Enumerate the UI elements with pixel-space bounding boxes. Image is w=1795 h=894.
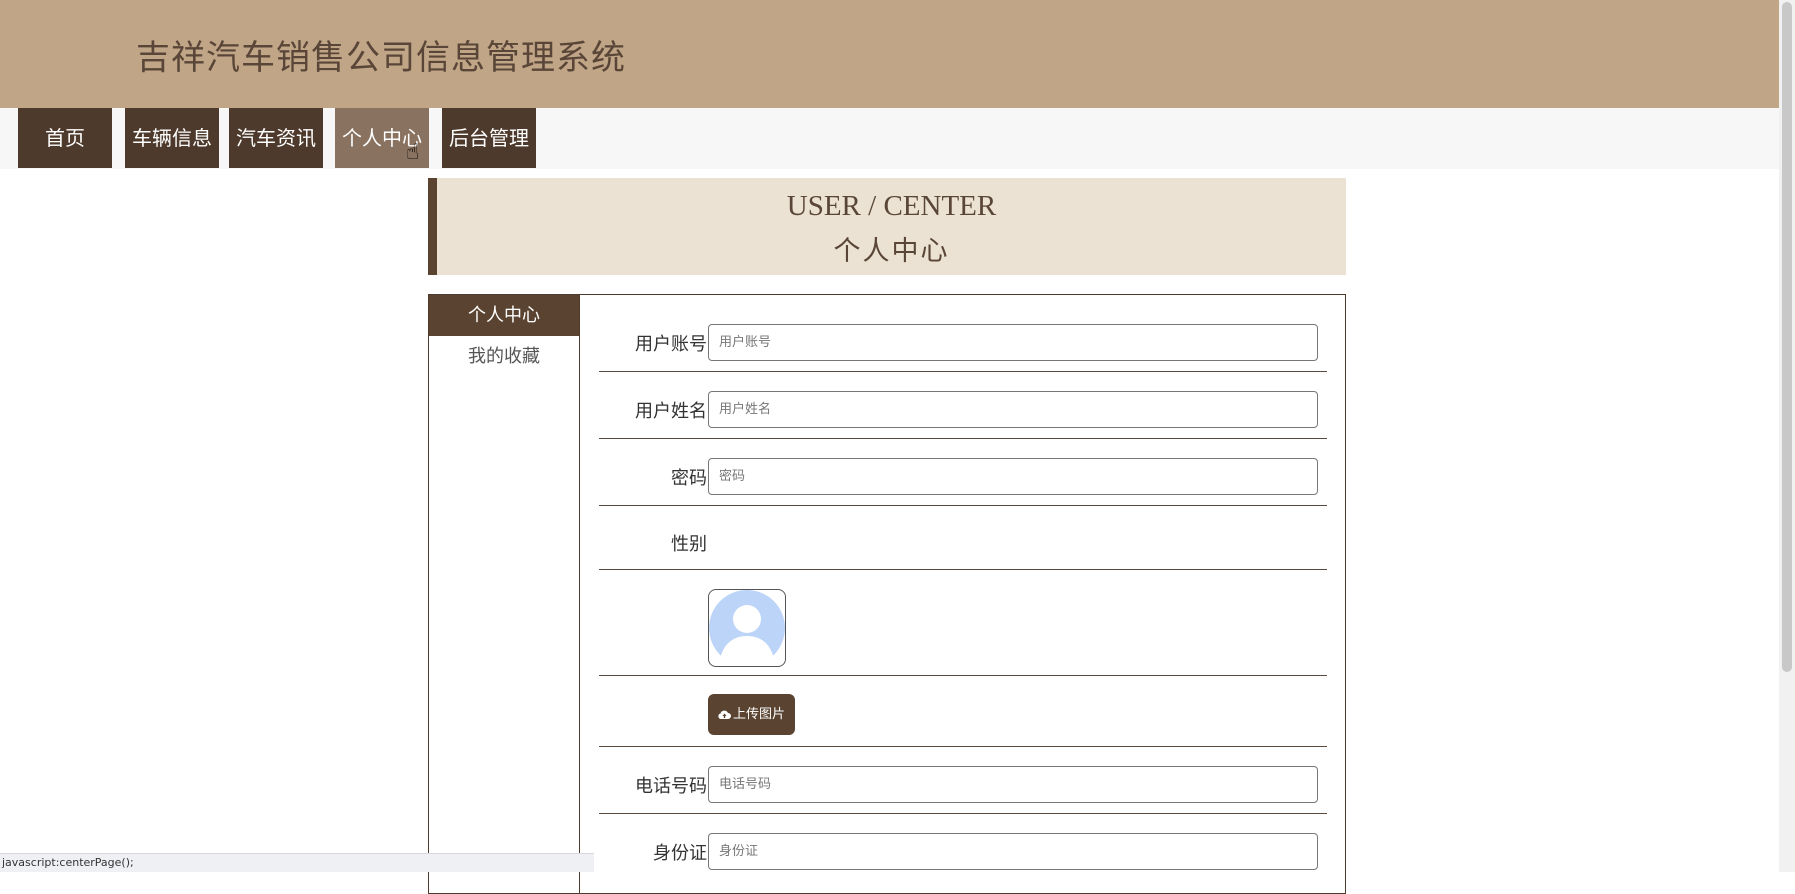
- side-menu: 个人中心 我的收藏: [429, 295, 580, 893]
- idcard-input[interactable]: [708, 833, 1318, 870]
- user-center-panel: 个人中心 我的收藏 用户账号 用户姓名 密码 性别: [428, 294, 1346, 894]
- account-input[interactable]: [708, 324, 1318, 361]
- form-row-name: 用户姓名: [599, 372, 1327, 439]
- page-banner: USER / CENTER 个人中心: [428, 178, 1346, 275]
- phone-input[interactable]: [708, 766, 1318, 803]
- nav-home[interactable]: 首页: [18, 108, 112, 168]
- form-row-phone: 电话号码: [599, 747, 1327, 814]
- password-label: 密码: [671, 468, 707, 489]
- account-label: 用户账号: [635, 334, 707, 355]
- banner-title-cn: 个人中心: [833, 236, 950, 267]
- form-row-avatar: [599, 570, 1327, 676]
- browser-status-bar: javascript:centerPage();: [0, 853, 594, 872]
- scrollbar-thumb[interactable]: [1782, 2, 1792, 672]
- site-title: 吉祥汽车销售公司信息管理系统: [136, 38, 626, 78]
- password-input[interactable]: [708, 458, 1318, 495]
- idcard-label: 身份证: [653, 843, 707, 864]
- avatar-image: [708, 589, 786, 667]
- gender-label: 性别: [671, 534, 707, 555]
- name-label: 用户姓名: [635, 401, 707, 422]
- side-item-user-center[interactable]: 个人中心: [429, 295, 579, 336]
- banner-title-en: USER / CENTER: [786, 190, 997, 222]
- phone-label: 电话号码: [635, 776, 707, 797]
- nav-admin[interactable]: 后台管理: [442, 108, 536, 168]
- hand-cursor-icon: ☝: [406, 140, 420, 165]
- upload-button-label: 上传图片: [732, 707, 785, 722]
- side-item-favorites[interactable]: 我的收藏: [429, 336, 579, 377]
- form-row-gender: 性别: [599, 506, 1327, 570]
- name-input[interactable]: [708, 391, 1318, 428]
- cloud-upload-icon: [718, 710, 731, 719]
- default-user-icon: [709, 590, 785, 666]
- form-row-password: 密码: [599, 439, 1327, 506]
- profile-form: 用户账号 用户姓名 密码 性别: [599, 295, 1327, 880]
- page-scrollbar[interactable]: [1779, 0, 1795, 872]
- nav-vehicle-info[interactable]: 车辆信息: [125, 108, 219, 168]
- nav-car-news[interactable]: 汽车资讯: [229, 108, 323, 168]
- site-header: 吉祥汽车销售公司信息管理系统: [0, 0, 1779, 108]
- upload-image-button[interactable]: 上传图片: [708, 694, 795, 735]
- main-nav: 首页 车辆信息 汽车资讯 个人中心 后台管理: [0, 108, 1779, 169]
- form-row-upload: 上传图片: [599, 676, 1327, 747]
- form-row-idcard: 身份证: [599, 814, 1327, 880]
- form-row-account: 用户账号: [599, 295, 1327, 372]
